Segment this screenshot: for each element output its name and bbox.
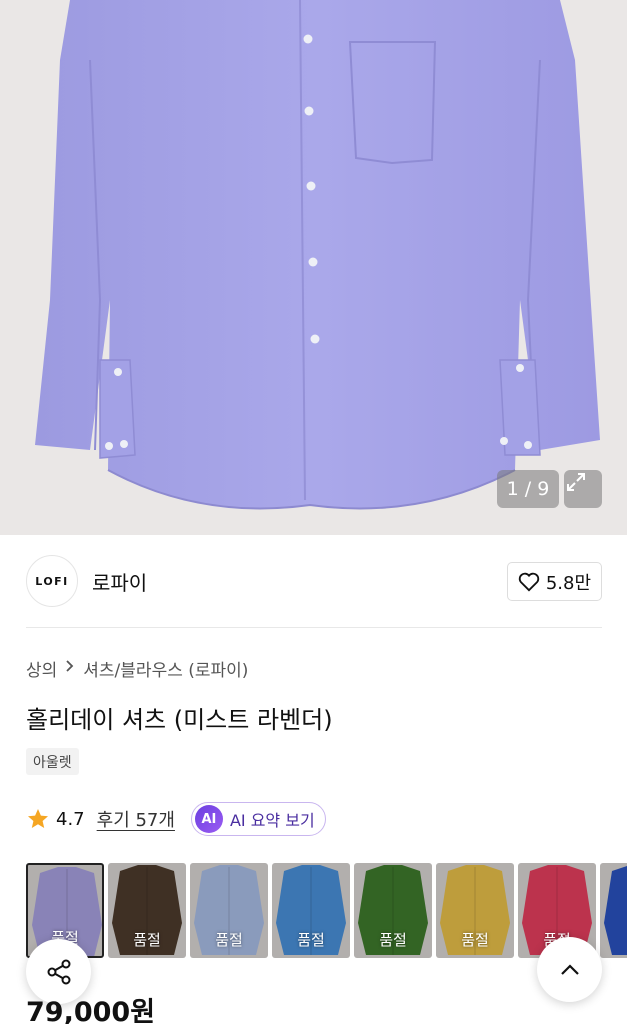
scroll-top-button[interactable] (537, 937, 602, 1002)
color-swatches: 품절품절품절품절품절품절품절품 (26, 863, 627, 959)
image-counter: 1 / 9 (497, 470, 559, 508)
sold-out-label: 품절 (461, 931, 489, 949)
color-swatch[interactable]: 품절 (190, 863, 268, 958)
shirt-illustration (35, 0, 600, 510)
outlet-tag: 아울렛 (26, 748, 79, 775)
brand-logo[interactable]: LOFI (26, 555, 78, 607)
like-count: 5.8만 (545, 572, 591, 594)
ai-summary-label: AI 요약 보기 (229, 811, 315, 830)
sold-out-label: 품절 (133, 931, 161, 949)
heart-icon (518, 572, 539, 591)
star-icon (28, 809, 48, 828)
chevron-right-icon (65, 659, 75, 677)
share-icon (47, 959, 70, 984)
color-swatch[interactable]: 품 (600, 863, 627, 958)
ai-badge-icon: AI (194, 805, 223, 833)
brand-row[interactable]: LOFI 로파이 5.8만 (26, 554, 602, 608)
breadcrumb: 상의 셔츠/블라우스 (로파이) (26, 655, 248, 681)
brand-name[interactable]: 로파이 (92, 567, 147, 596)
product-title: 홀리데이 셔츠 (미스트 라벤더) (26, 706, 333, 734)
rating-score: 4.7 (56, 808, 85, 830)
color-swatch[interactable]: 품절 (108, 863, 186, 958)
product-image[interactable]: 1 / 9 (0, 0, 627, 535)
color-swatch[interactable]: 품절 (272, 863, 350, 958)
color-swatch[interactable]: 품절 (354, 863, 432, 958)
expand-icon[interactable] (564, 470, 602, 508)
sold-out-label: 품절 (215, 931, 243, 949)
reviews-link[interactable]: 후기 57개 (97, 806, 175, 832)
chevron-up-icon (560, 963, 579, 975)
breadcrumb-subcategory[interactable]: 셔츠/블라우스 (로파이) (83, 656, 248, 681)
color-swatch[interactable]: 품절 (436, 863, 514, 958)
like-button[interactable]: 5.8만 (506, 562, 602, 601)
sold-out-label: 품절 (297, 931, 325, 949)
rating-row: 4.7 후기 57개 AI AI 요약 보기 (26, 801, 326, 837)
sold-out-label: 품 (600, 929, 627, 950)
divider (26, 627, 602, 628)
ai-summary-button[interactable]: AI AI 요약 보기 (190, 802, 326, 836)
sold-out-label: 품절 (379, 931, 407, 949)
product-price: 79,000원 (26, 997, 156, 1024)
breadcrumb-category[interactable]: 상의 (26, 656, 57, 681)
